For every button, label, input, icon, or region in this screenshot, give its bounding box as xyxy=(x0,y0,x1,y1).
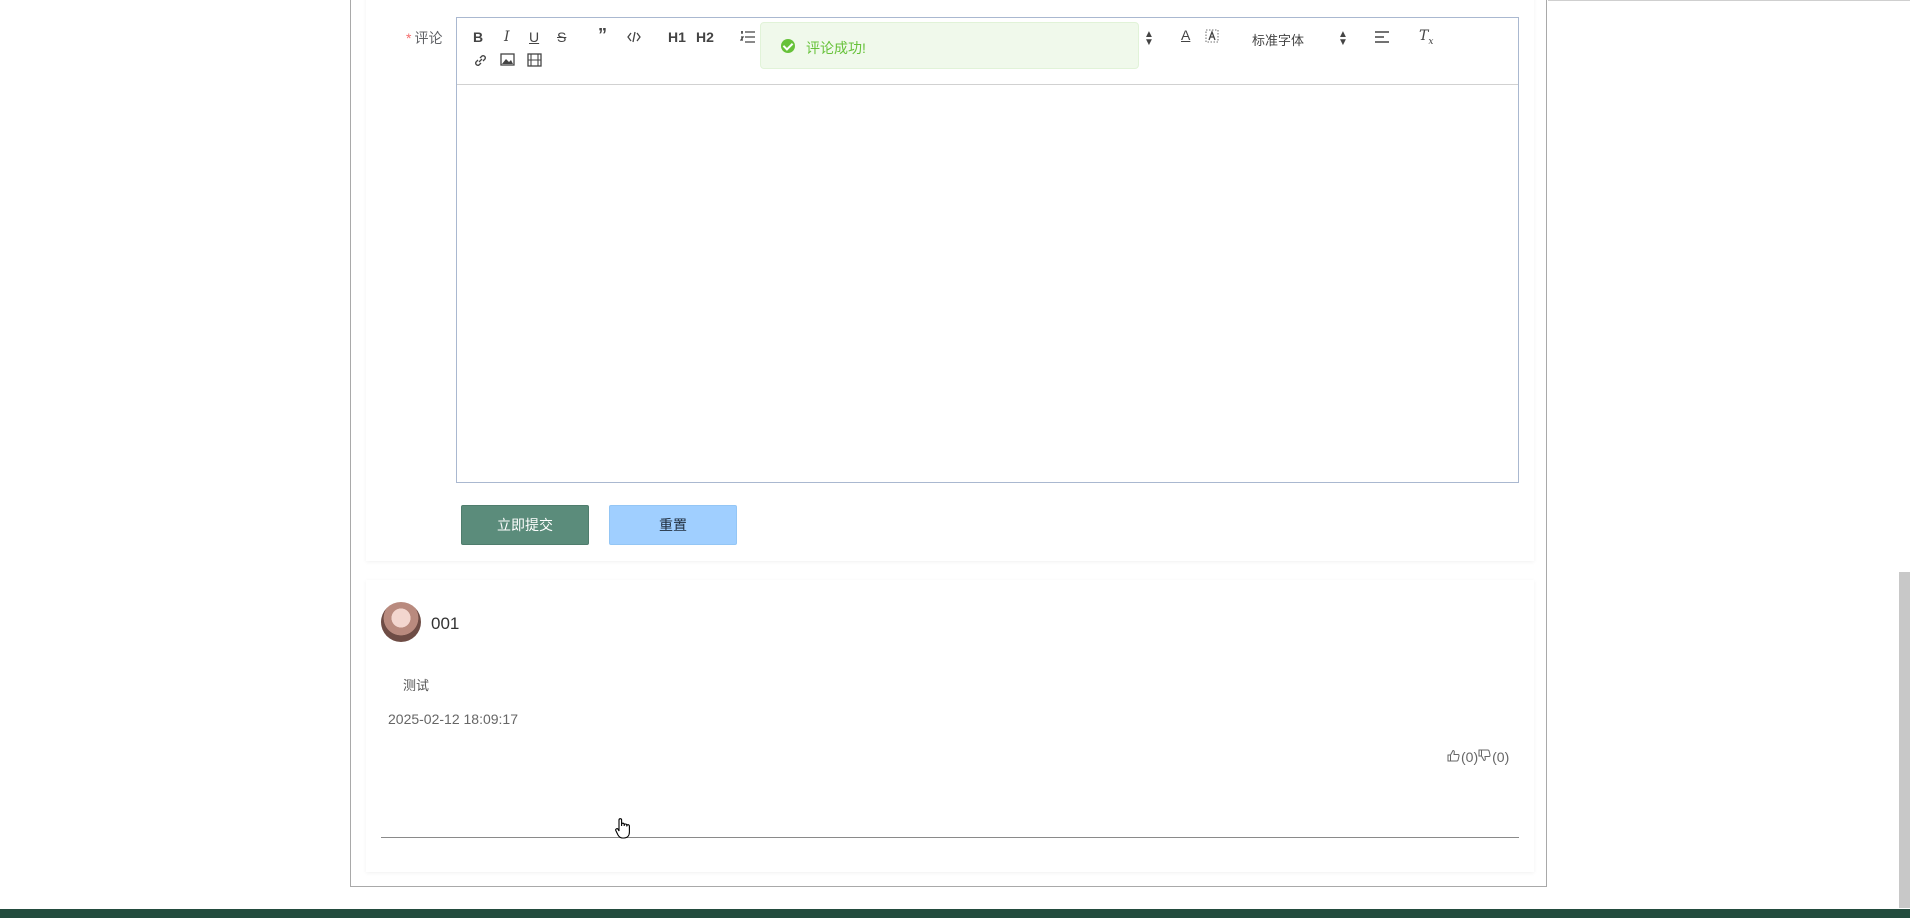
toast-message: 评论成功! xyxy=(806,40,866,56)
comment-text: 测试 xyxy=(403,678,430,693)
header-border xyxy=(1548,0,1910,1)
comment-reactions: (0) (0) xyxy=(1447,749,1509,765)
comment-username: 001 xyxy=(431,614,460,633)
color-icon[interactable]: A xyxy=(1181,27,1190,43)
h1-icon[interactable]: H1 xyxy=(668,29,686,45)
comment-timestamp: 2025-02-12 18:09:17 xyxy=(388,711,518,727)
likes-count[interactable]: (0) xyxy=(1461,749,1478,765)
avatar[interactable] xyxy=(381,602,421,642)
success-toast: 评论成功! xyxy=(760,22,1139,69)
strike-icon[interactable]: S xyxy=(557,29,566,45)
reset-button[interactable]: 重置 xyxy=(609,505,737,545)
h2-icon[interactable]: H2 xyxy=(696,29,714,45)
font-select[interactable]: 标准字体 xyxy=(1252,30,1304,49)
comment-label-text: 评论 xyxy=(414,30,443,46)
image-icon[interactable] xyxy=(500,53,515,66)
comment-card xyxy=(366,580,1534,872)
comment-divider xyxy=(381,837,1519,838)
italic-icon[interactable]: I xyxy=(504,29,510,45)
ordered-list-icon[interactable] xyxy=(740,30,756,44)
blockquote-icon[interactable]: ” xyxy=(598,26,607,44)
required-mark: * xyxy=(406,30,412,46)
background-icon[interactable] xyxy=(1205,29,1219,43)
align-icon[interactable] xyxy=(1374,30,1390,44)
video-icon[interactable] xyxy=(527,53,542,67)
hand-cursor-icon xyxy=(614,817,632,844)
size-select-caret-icon[interactable]: ▲ ▼ xyxy=(1144,30,1154,48)
rich-text-editor: B I U S ” H1 H2 ▲ ▼ A 标准字体 ▲ ▼ Tx xyxy=(456,17,1519,483)
dislikes-count[interactable]: (0) xyxy=(1492,749,1509,765)
clean-icon[interactable]: Tx xyxy=(1419,28,1433,50)
font-select-caret-icon[interactable]: ▲ ▼ xyxy=(1338,30,1348,48)
editor-content-area[interactable] xyxy=(457,85,1518,482)
underline-icon[interactable]: U xyxy=(529,29,539,45)
submit-button[interactable]: 立即提交 xyxy=(461,505,589,545)
success-check-icon xyxy=(781,39,795,53)
footer-bar xyxy=(0,909,1910,918)
vertical-scrollbar[interactable] xyxy=(1899,572,1910,908)
thumbs-down-icon[interactable] xyxy=(1478,749,1492,765)
comment-field-label: * 评论 xyxy=(406,28,442,48)
code-block-icon[interactable] xyxy=(627,31,641,43)
bold-icon[interactable]: B xyxy=(473,29,483,45)
link-icon[interactable] xyxy=(473,53,488,68)
thumbs-up-icon[interactable] xyxy=(1447,749,1461,765)
